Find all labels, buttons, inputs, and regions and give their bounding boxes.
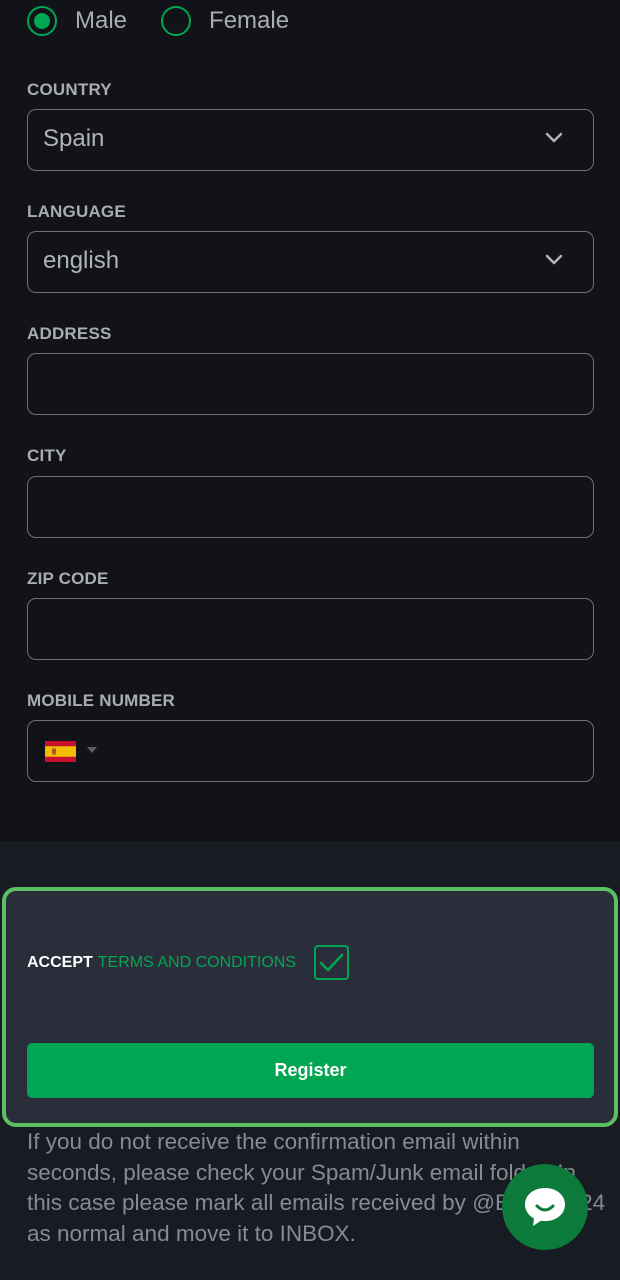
registration-form: Male Female COUNTRY Spain LANGUAGE engli… — [0, 0, 620, 1280]
country-value: Spain — [43, 125, 105, 152]
radio-selected-dot — [34, 13, 50, 29]
language-label: LANGUAGE — [27, 202, 126, 221]
city-input[interactable] — [27, 476, 594, 538]
register-button[interactable]: Register — [27, 1043, 594, 1098]
checkmark-icon — [319, 953, 344, 971]
chat-bubble-icon — [525, 1188, 565, 1226]
chevron-down-icon — [545, 132, 563, 143]
chevron-down-icon — [545, 254, 563, 265]
chat-button[interactable] — [502, 1164, 588, 1250]
mobile-number-input[interactable] — [27, 720, 594, 782]
gender-option-male[interactable]: Male — [27, 6, 127, 36]
accept-terms-row: ACCEPT TERMS AND CONDITIONS — [27, 954, 296, 972]
zip-code-label: ZIP CODE — [27, 569, 109, 588]
city-label: CITY — [27, 446, 67, 465]
terms-and-conditions-link[interactable]: TERMS AND CONDITIONS — [98, 954, 296, 972]
mobile-number-label: MOBILE NUMBER — [27, 691, 176, 710]
gender-radio-group: Male Female — [27, 6, 323, 36]
address-label: ADDRESS — [27, 324, 112, 343]
gender-option-female[interactable]: Female — [161, 6, 289, 36]
address-input[interactable] — [27, 353, 594, 415]
male-label: Male — [75, 7, 128, 34]
country-label: COUNTRY — [27, 80, 112, 99]
female-label: Female — [209, 7, 290, 34]
female-radio[interactable] — [161, 6, 192, 36]
caret-down-icon[interactable] — [87, 747, 97, 753]
language-select[interactable]: english — [27, 231, 594, 293]
zip-code-input[interactable] — [27, 598, 594, 660]
country-select[interactable]: Spain — [27, 109, 594, 171]
language-value: english — [43, 247, 120, 274]
spain-flag-icon[interactable] — [45, 741, 76, 762]
male-radio[interactable] — [27, 6, 57, 36]
accept-label: ACCEPT — [27, 954, 93, 971]
accept-terms-checkbox[interactable] — [314, 945, 349, 980]
